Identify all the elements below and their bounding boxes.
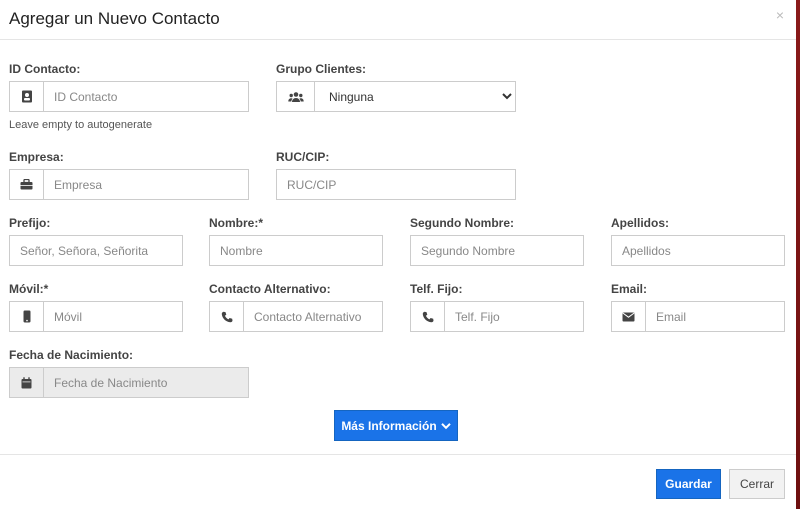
apellidos-group [611, 235, 787, 266]
id-contacto-label: ID Contacto: [9, 62, 81, 76]
modal-header: Agregar un Nuevo Contacto × [0, 0, 796, 40]
contacto-alternativo-group [209, 301, 419, 332]
empresa-label: Empresa: [9, 150, 64, 164]
grupo-clientes-label: Grupo Clientes: [276, 62, 367, 76]
telf-fijo-label: Telf. Fijo: [410, 282, 463, 296]
apellidos-input[interactable] [612, 236, 787, 265]
grupo-clientes-select[interactable]: Ninguna [315, 82, 515, 111]
ruc-cip-label: RUC/CIP: [276, 150, 330, 164]
contacto-alternativo-label: Contacto Alternativo: [209, 282, 331, 296]
backdrop-edge [796, 0, 800, 509]
telf-fijo-group [410, 301, 620, 332]
close-icon[interactable]: × [776, 7, 784, 23]
more-info-label: Más Información [341, 418, 437, 433]
chevron-down-icon [440, 419, 451, 433]
segundo-nombre-label: Segundo Nombre: [410, 216, 514, 230]
nombre-group [209, 235, 385, 266]
close-button[interactable]: Cerrar [729, 469, 785, 499]
email-label: Email: [611, 282, 648, 296]
id-contacto-help: Leave empty to autogenerate [9, 119, 153, 131]
segundo-nombre-input[interactable] [411, 236, 586, 265]
grupo-clientes-group: Ninguna [276, 81, 516, 112]
email-group [611, 301, 800, 332]
movil-label: Móvil:* [9, 282, 49, 296]
prefijo-label: Prefijo: [9, 216, 51, 230]
fecha-nacimiento-label: Fecha de Nacimiento: [9, 348, 134, 362]
briefcase-icon [10, 170, 44, 199]
fecha-nacimiento-group [9, 367, 249, 398]
mobile-phone-icon [10, 302, 44, 331]
apellidos-label: Apellidos: [611, 216, 670, 230]
telf-fijo-input[interactable] [445, 302, 620, 331]
phone-icon [411, 302, 445, 331]
nombre-input[interactable] [210, 236, 385, 265]
save-button[interactable]: Guardar [656, 469, 721, 499]
segundo-nombre-group [410, 235, 586, 266]
id-contacto-group [9, 81, 249, 112]
movil-group [9, 301, 219, 332]
phone-icon [210, 302, 244, 331]
prefijo-input[interactable] [10, 236, 185, 265]
contact-card-icon [10, 82, 44, 111]
ruc-cip-group [276, 169, 516, 200]
ruc-cip-input[interactable] [277, 170, 515, 199]
prefijo-group [9, 235, 185, 266]
add-contact-modal: Agregar un Nuevo Contacto × ID Contacto:… [0, 0, 800, 509]
movil-input[interactable] [44, 302, 219, 331]
users-icon [277, 82, 315, 111]
empresa-group [9, 169, 249, 200]
modal-title: Agregar un Nuevo Contacto [9, 9, 220, 28]
empresa-input[interactable] [44, 170, 248, 199]
nombre-label: Nombre:* [209, 216, 264, 230]
contacto-alternativo-input[interactable] [244, 302, 419, 331]
envelope-icon [612, 302, 646, 331]
calendar-icon [10, 368, 44, 397]
more-info-button[interactable]: Más Información [334, 410, 458, 441]
fecha-nacimiento-input[interactable] [44, 368, 248, 397]
id-contacto-input[interactable] [44, 82, 248, 111]
email-input[interactable] [646, 302, 800, 331]
